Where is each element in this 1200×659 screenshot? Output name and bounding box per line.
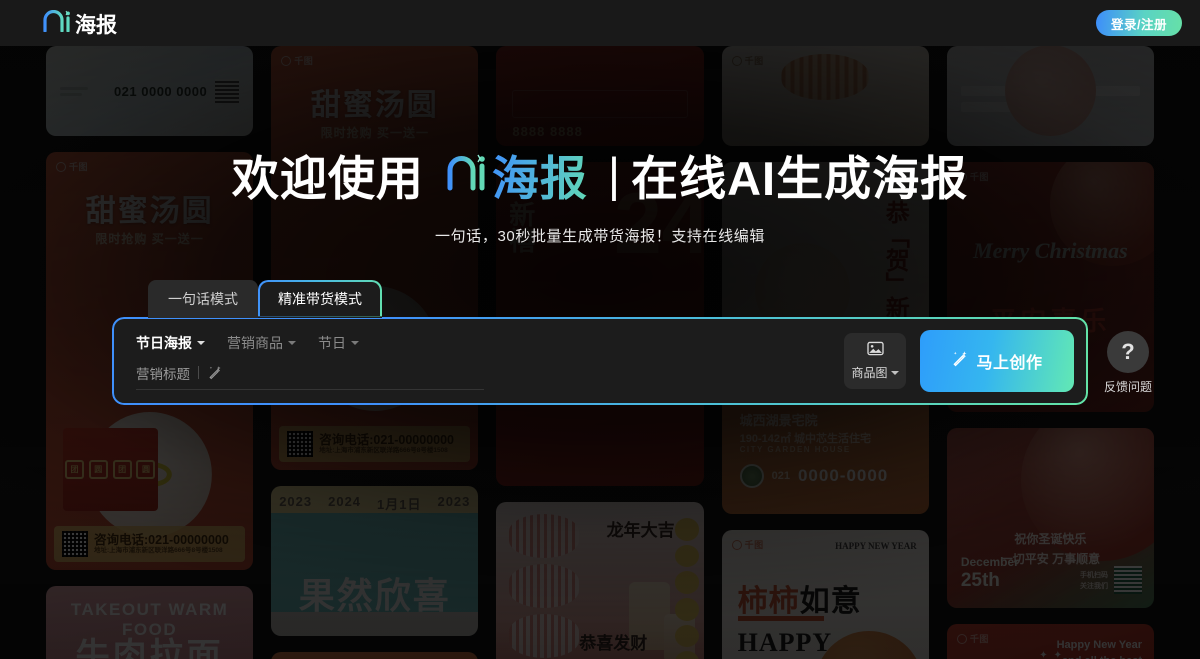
marketing-title-field[interactable]: 营销标题 (136, 363, 484, 390)
top-navigation-bar: 海报 登录/注册 (0, 0, 1200, 46)
hero-tail-text: 在线AI生成海报 (631, 152, 969, 205)
marketing-title-placeholder: 营销标题 (136, 366, 190, 382)
select-marketing-product-label: 营销商品 (227, 334, 283, 351)
category-selectors: 节日海报 营销商品 节日 (136, 333, 844, 353)
picture-icon (866, 341, 884, 361)
chevron-down-icon (288, 340, 296, 345)
chevron-down-icon (197, 340, 205, 345)
logo-wordmark: 海报 (75, 14, 117, 37)
question-mark-icon: ? (1107, 331, 1149, 373)
magic-wand-icon[interactable] (207, 365, 222, 380)
form-fields: 节日海报 营销商品 节日 营销标题 (136, 333, 844, 390)
select-marketing-product[interactable]: 营销商品 (227, 333, 296, 353)
hero-divider: | (607, 148, 622, 201)
feedback-button[interactable]: ? 反馈问题 (1104, 331, 1152, 395)
ai-logo-icon (446, 147, 490, 202)
hero-brand-logo: 海报 (446, 140, 588, 209)
create-now-label: 马上创作 (976, 355, 1043, 372)
create-now-button[interactable]: 马上创作 (920, 330, 1074, 392)
mode-tab-bar: 一句话模式 精准带货模式 (148, 280, 382, 318)
select-poster-type[interactable]: 节日海报 (136, 333, 205, 353)
page-subtitle: 一句话，30秒批量生成带货海报！支持在线编辑 (435, 228, 765, 245)
select-festival-label: 节日 (318, 334, 346, 351)
magic-wand-icon (951, 350, 968, 372)
hero-section: 欢迎使用 海报 | 在线AI生成海报 一句话，30秒批量生成带货海报！支持在线编… (0, 140, 1200, 246)
select-festival[interactable]: 节日 (318, 333, 359, 353)
generation-form-panel: 节日海报 营销商品 节日 营销标题 商品图 马上创作 (112, 317, 1088, 405)
tab-one-sentence-mode[interactable]: 一句话模式 (148, 280, 258, 318)
hero-brand-word: 海报 (492, 140, 588, 209)
feedback-label: 反馈问题 (1104, 380, 1153, 394)
select-poster-type-label: 节日海报 (136, 334, 192, 351)
hero-lead-text: 欢迎使用 (231, 152, 424, 205)
chevron-down-icon (351, 340, 359, 345)
tab-precise-product-mode[interactable]: 精准带货模式 (258, 280, 382, 318)
login-register-button[interactable]: 登录/注册 (1096, 10, 1182, 36)
ai-logo-icon (42, 10, 74, 32)
page-title: 欢迎使用 海报 | 在线AI生成海报 (0, 140, 1200, 209)
field-divider (198, 366, 199, 379)
app-logo[interactable]: 海报 (42, 10, 117, 36)
product-image-upload-button[interactable]: 商品图 (844, 333, 906, 389)
app-root: 021 0000 0000 千图 甜蜜汤圆 限时抢购 买一送一 团圆团圆 咨询电… (0, 0, 1200, 659)
product-image-label-row: 商品图 (851, 364, 899, 381)
product-image-label: 商品图 (851, 366, 888, 380)
chevron-down-icon (890, 370, 899, 375)
